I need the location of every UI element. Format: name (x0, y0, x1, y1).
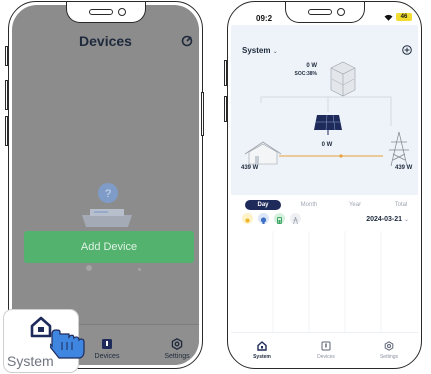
tab-settings-label: Settings (164, 353, 190, 360)
add-icon[interactable] (402, 45, 412, 55)
pv-power: 0 W (321, 142, 333, 148)
grid-power: 439 W (395, 165, 413, 171)
phone-notch (65, 2, 146, 23)
energy-chart (235, 231, 417, 335)
phone-side-button (224, 96, 227, 122)
tab-month[interactable]: Month (291, 200, 327, 210)
tab-devices-label: Devices (94, 353, 120, 360)
status-time: 09:2 (256, 14, 273, 23)
wifi-icon (384, 14, 393, 21)
tab-devices[interactable]: Devices (309, 341, 343, 360)
empty-devices-illustration: ? (82, 183, 132, 227)
scan-icon[interactable] (181, 35, 193, 47)
flow-dot (339, 154, 343, 158)
system-selector-label: System (242, 46, 271, 55)
settings-icon (384, 341, 394, 351)
tab-settings-label: Settings (379, 354, 399, 360)
svg-text:?: ? (105, 188, 111, 200)
add-device-button[interactable]: Add Device (24, 231, 194, 263)
date-selector[interactable]: 2024-03-21 ⌄ (366, 216, 409, 223)
settings-icon (171, 338, 183, 350)
devices-icon (102, 339, 112, 349)
inverter-soc: SOC:38% (294, 71, 317, 77)
phone-notch (284, 2, 365, 23)
tab-day[interactable]: Day (245, 200, 281, 210)
tab-bar: System Devices Settings (231, 332, 418, 365)
tab-system-label: System (7, 353, 54, 369)
pointing-hand-icon (50, 329, 85, 359)
devices-icon (321, 341, 331, 351)
tab-settings[interactable]: Settings (157, 338, 197, 360)
solar-panel-icon (314, 114, 342, 135)
tab-settings[interactable]: Settings (372, 341, 406, 360)
decor-dot (138, 268, 141, 271)
home-power: 439 W (241, 165, 259, 171)
tab-devices[interactable]: Devices (87, 338, 127, 360)
phone-side-button (5, 80, 8, 110)
phone-side-button (5, 116, 8, 146)
system-screen: 09:2 46 System ⌄ 0 W SOC:38% 0 W 439 W 4… (231, 5, 418, 365)
phone-frame-right: 09:2 46 System ⌄ 0 W SOC:38% 0 W 439 W 4… (227, 1, 422, 369)
consumption-filter-icon[interactable] (258, 213, 269, 224)
period-tabs: Day Month Year Total (237, 200, 417, 210)
page-title: Devices (79, 33, 132, 49)
tab-total[interactable]: Total (383, 200, 418, 210)
system-selector[interactable]: System ⌄ (242, 46, 278, 55)
battery-filter-icon[interactable] (274, 213, 285, 224)
chevron-down-icon: ⌄ (403, 217, 409, 223)
tab-system-callout[interactable]: System (3, 309, 85, 373)
date-value: 2024-03-21 (366, 216, 403, 223)
battery-indicator: 46 (396, 13, 412, 21)
phone-side-button (201, 92, 204, 136)
chevron-down-icon: ⌄ (272, 49, 278, 55)
decor-dot (86, 265, 92, 271)
energy-flow-diagram (244, 61, 409, 167)
grid-filter-icon[interactable] (290, 213, 301, 225)
phone-side-button (5, 46, 8, 66)
inverter-power: 0 W (306, 63, 317, 69)
grid-tower-icon (389, 131, 409, 167)
house-icon (257, 341, 267, 351)
tab-year[interactable]: Year (337, 200, 373, 210)
home-icon (244, 141, 282, 165)
solar-filter-icon[interactable] (242, 213, 253, 224)
tab-system[interactable]: System (245, 341, 279, 360)
tab-devices-label: Devices (317, 354, 335, 360)
inverter-battery-icon (330, 61, 356, 97)
phone-side-button (224, 60, 227, 86)
tab-system-label: System (253, 354, 271, 360)
